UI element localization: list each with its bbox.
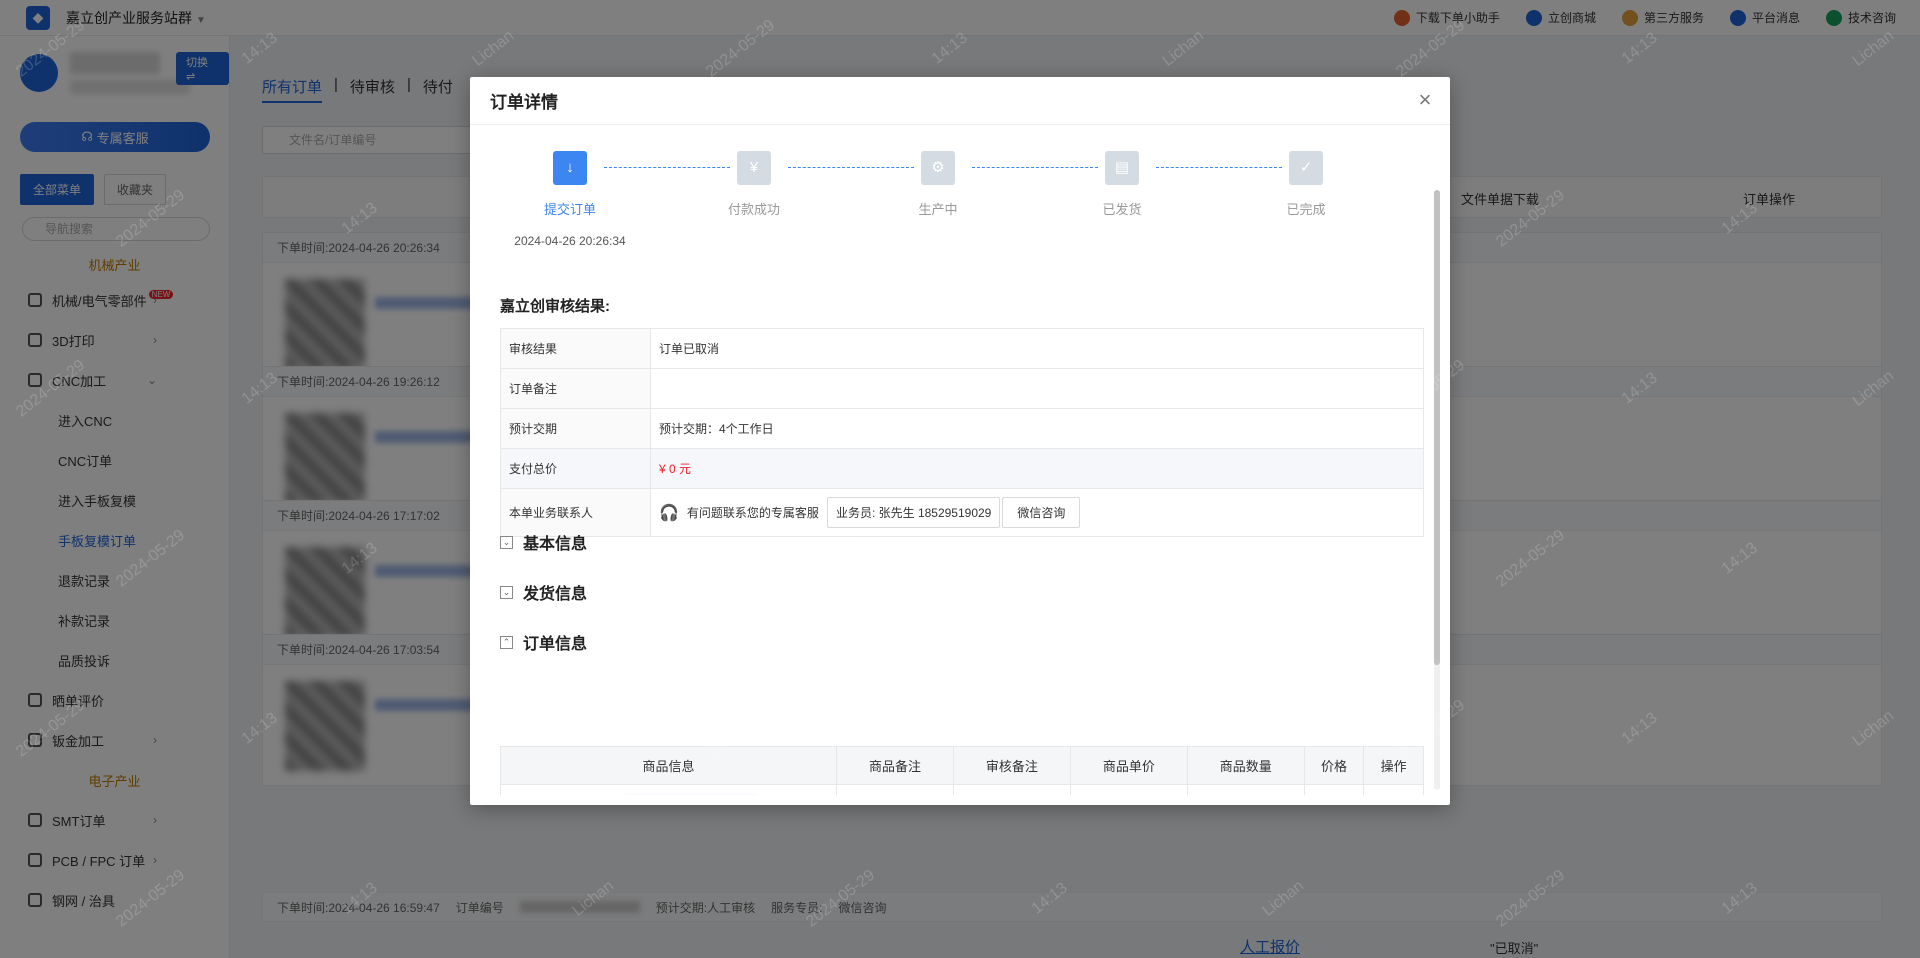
order-remark-key: 订单备注	[500, 368, 651, 409]
step-time: 2024-04-26 20:26:34	[514, 234, 626, 248]
headset-icon: 🎧	[659, 504, 679, 522]
step-label: 付款成功	[727, 202, 780, 217]
review-row: 审核结果 订单已取消	[500, 328, 1424, 369]
submit-order-icon: ↓	[553, 151, 587, 185]
step-label: 生产中	[918, 202, 958, 217]
basic-info-label: 基本信息	[523, 536, 588, 553]
salesman-info: 业务员: 张先生 18529519029	[826, 497, 1001, 528]
actions-cell	[1363, 784, 1424, 795]
step-glyph: ✓	[1299, 159, 1313, 176]
shipped-box-icon: ▤	[1105, 151, 1139, 185]
collapse-icon: ⌃	[500, 635, 513, 649]
progress-step: ⚙ 生产中	[868, 151, 1008, 218]
progress-step: ↓ 提交订单 2024-04-26 20:26:34	[500, 151, 640, 248]
total-price-value: ¥ 0 元	[650, 448, 1424, 489]
product-info-cell	[500, 784, 837, 795]
order-info-toggle[interactable]: ⌃ 订单信息	[500, 630, 587, 654]
review-remark-cell	[952, 784, 1071, 795]
review-row: 预计交期 预计交期：4个工作日	[500, 408, 1424, 449]
step-label: 已发货	[1102, 202, 1142, 217]
unit-price-cell	[1069, 784, 1188, 795]
shipping-info-toggle[interactable]: ⌄ 发货信息	[500, 580, 587, 604]
completed-icon: ✓	[1289, 151, 1323, 185]
order-info-label: 订单信息	[523, 636, 588, 653]
order-remark-value	[650, 368, 1424, 409]
step-label: 提交订单	[543, 202, 596, 217]
review-row: 订单备注	[500, 368, 1424, 409]
progress-step: ▤ 已发货	[1052, 151, 1192, 218]
step-glyph: ▤	[1114, 159, 1130, 176]
contact-tip: 有问题联系您的专属客服	[686, 506, 819, 520]
step-glyph: ¥	[749, 159, 759, 176]
table-row	[500, 784, 1424, 795]
contact-cell: 🎧 有问题联系您的专属客服 业务员: 张先生 18529519029 微信咨询	[650, 488, 1424, 537]
price-cell	[1303, 784, 1365, 795]
delivery-value: 预计交期：4个工作日	[650, 408, 1424, 449]
order-col-header: 商品数量	[1186, 746, 1305, 785]
order-items-header: 商品信息 商品备注 审核备注 商品单价 商品数量 价格 操作	[500, 746, 1424, 785]
order-items-table: 商品信息 商品备注 审核备注 商品单价 商品数量 价格 操作	[500, 746, 1424, 795]
step-glyph: ↓	[566, 159, 574, 176]
review-table: 审核结果 订单已取消 订单备注 预计交期 预计交期：4个工作日 支付总价 ¥ 0…	[500, 328, 1424, 537]
review-result-key: 审核结果	[500, 328, 651, 369]
review-heading: 嘉立创审核结果:	[500, 298, 610, 315]
modal-scrollbar[interactable]	[1434, 190, 1440, 790]
step-glyph: ⚙	[931, 159, 945, 176]
progress-step: ✓ 已完成	[1236, 151, 1376, 218]
close-icon[interactable]: ×	[1414, 89, 1436, 111]
scrollbar-thumb[interactable]	[1434, 190, 1440, 665]
order-col-header: 价格	[1303, 746, 1365, 785]
product-remark-cell	[836, 784, 954, 795]
factory-icon: ⚙	[921, 151, 955, 185]
order-col-header: 操作	[1363, 746, 1424, 785]
modal-header: 订单详情	[470, 77, 1450, 125]
review-row: 本单业务联系人 🎧 有问题联系您的专属客服 业务员: 张先生 185295190…	[500, 488, 1424, 537]
review-result-value: 订单已取消	[650, 328, 1424, 369]
review-row: 支付总价 ¥ 0 元	[500, 448, 1424, 489]
quantity-cell	[1186, 784, 1305, 795]
wallet-icon: ¥	[737, 151, 771, 185]
wechat-consult-button[interactable]: 微信咨询	[1002, 497, 1081, 528]
basic-info-toggle[interactable]: ⌄ 基本信息	[500, 530, 587, 554]
order-progress-steps: ↓ 提交订单 2024-04-26 20:26:34 ¥ 付款成功 ⚙ 生产中 ▤ 已发货 ✓ 已完…	[500, 151, 1420, 261]
total-price-key: 支付总价	[500, 448, 651, 489]
modal-body[interactable]: ↓ 提交订单 2024-04-26 20:26:34 ¥ 付款成功 ⚙ 生产中 ▤ 已发货 ✓ 已完…	[470, 125, 1450, 795]
shipping-info-label: 发货信息	[523, 586, 588, 603]
expand-icon: ⌄	[500, 585, 513, 599]
order-col-header: 商品单价	[1069, 746, 1188, 785]
order-col-header: 审核备注	[952, 746, 1071, 785]
modal-title: 订单详情	[490, 93, 558, 112]
expand-icon: ⌄	[500, 535, 513, 549]
step-label: 已完成	[1286, 202, 1326, 217]
order-col-header: 商品备注	[836, 746, 954, 785]
order-col-header: 商品信息	[500, 746, 837, 785]
progress-step: ¥ 付款成功	[684, 151, 824, 218]
order-detail-modal: 订单详情 × ↓ 提交订单 2024-04-26 20:26:34 ¥ 付款成功 ⚙ 生产中…	[470, 77, 1450, 805]
contact-info: 🎧 有问题联系您的专属客服 业务员: 张先生 18529519029 微信咨询	[659, 497, 1415, 528]
delivery-key: 预计交期	[500, 408, 651, 449]
